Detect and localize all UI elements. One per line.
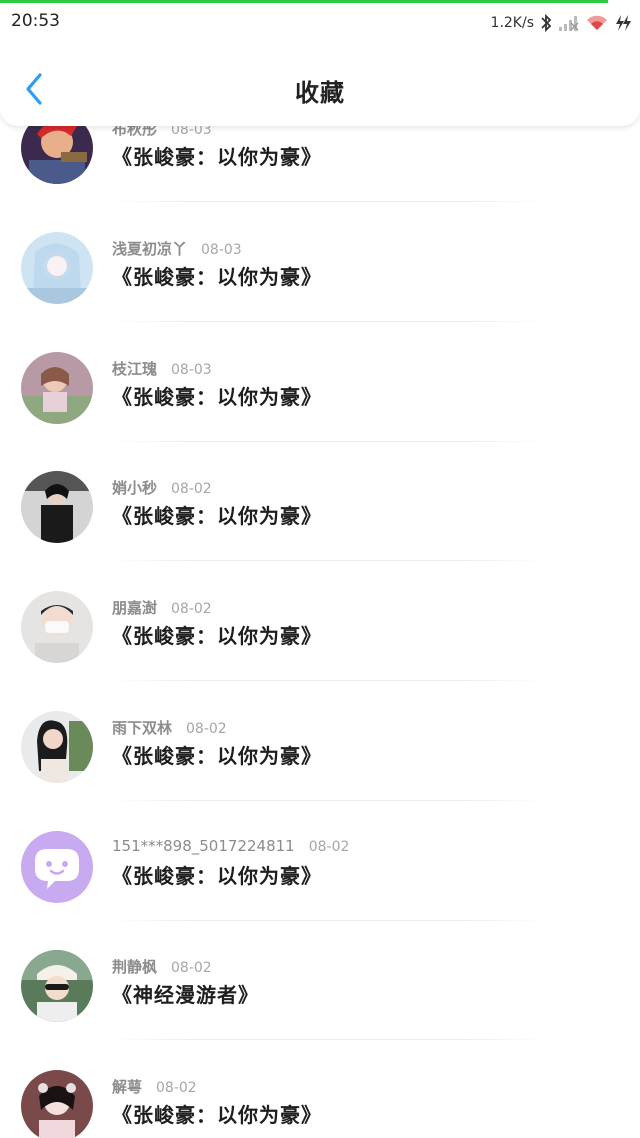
item-meta: 枝江瑰 08-03 — [112, 358, 212, 379]
item-title: 《张峻豪：以你为豪》 — [112, 1103, 322, 1127]
item-meta: 雨下双林 08-02 — [112, 717, 227, 738]
favorite-item[interactable]: 浅夏初凉丫 08-03 《张峻豪：以你为豪》 — [0, 232, 640, 352]
divider — [108, 1039, 548, 1040]
item-title: 《张峻豪：以你为豪》 — [112, 265, 322, 289]
divider — [108, 560, 548, 561]
divider — [108, 680, 548, 681]
item-date: 08-02 — [156, 1080, 197, 1096]
status-icons: 1.2K/s — [491, 12, 632, 34]
top-progress-bar — [0, 0, 608, 3]
divider — [108, 321, 548, 322]
favorite-item[interactable]: 解萼 08-02 《张峻豪：以你为豪》 — [0, 1070, 640, 1138]
favorite-item[interactable]: 娋小秒 08-02 《张峻豪：以你为豪》 — [0, 471, 640, 591]
divider — [108, 920, 548, 921]
item-date: 08-02 — [308, 839, 350, 855]
avatar — [21, 471, 93, 543]
favorite-item[interactable]: 雨下双林 08-02 《张峻豪：以你为豪》 — [0, 711, 640, 831]
avatar — [21, 232, 93, 304]
item-meta: 浅夏初凉丫 08-03 — [112, 238, 242, 259]
item-title: 《张峻豪：以你为豪》 — [112, 744, 322, 768]
avatar — [21, 950, 93, 1022]
username: 浅夏初凉丫 — [112, 240, 188, 258]
favorite-item[interactable]: 151***898_5017224811 08-02 《张峻豪：以你为豪》 — [0, 831, 640, 951]
item-date: 08-02 — [171, 481, 212, 497]
net-speed: 1.2K/s — [490, 15, 534, 31]
avatar — [21, 1070, 93, 1138]
divider — [108, 201, 548, 202]
item-meta: 荆静枫 08-02 — [112, 956, 212, 977]
item-meta: 娋小秒 08-02 — [112, 477, 212, 498]
status-bar: 20:53 1.2K/s — [0, 3, 640, 43]
signal-icon — [558, 14, 580, 32]
nav-bar: 收藏 — [0, 43, 640, 126]
avatar — [21, 711, 93, 783]
bluetooth-icon — [539, 13, 553, 33]
page-title: 收藏 — [295, 79, 345, 107]
username: 解萼 — [112, 1078, 143, 1096]
item-meta: 151***898_5017224811 08-02 — [112, 837, 349, 855]
item-title: 《张峻豪：以你为豪》 — [112, 624, 322, 648]
divider — [108, 800, 548, 801]
avatar — [21, 591, 93, 663]
item-date: 08-02 — [171, 601, 212, 617]
item-title: 《神经漫游者》 — [112, 983, 259, 1007]
item-title: 《张峻豪：以你为豪》 — [112, 504, 322, 528]
item-date: 08-03 — [201, 242, 242, 258]
status-time: 20:53 — [11, 11, 60, 31]
username: 151***898_5017224811 — [112, 837, 295, 855]
item-date: 08-03 — [171, 362, 212, 378]
username: 荆静枫 — [112, 958, 158, 976]
item-title: 《张峻豪：以你为豪》 — [112, 385, 322, 409]
divider — [108, 441, 548, 442]
favorite-item[interactable]: 枝江瑰 08-03 《张峻豪：以你为豪》 — [0, 352, 640, 472]
item-date: 08-02 — [186, 721, 227, 737]
username: 枝江瑰 — [112, 360, 158, 378]
username: 雨下双林 — [112, 719, 173, 737]
favorite-item[interactable]: 荆静枫 08-02 《神经漫游者》 — [0, 950, 640, 1070]
username: 娋小秒 — [112, 479, 158, 497]
item-meta: 朋嘉澍 08-02 — [112, 597, 212, 618]
username: 朋嘉澍 — [112, 599, 158, 617]
charging-icon — [614, 14, 632, 32]
item-title: 《张峻豪：以你为豪》 — [112, 864, 322, 888]
favorite-item[interactable]: 朋嘉澍 08-02 《张峻豪：以你为豪》 — [0, 591, 640, 711]
item-date: 08-02 — [171, 960, 212, 976]
item-meta: 解萼 08-02 — [112, 1076, 197, 1097]
avatar — [21, 352, 93, 424]
wifi-icon — [585, 14, 609, 32]
chat-bubble-icon — [21, 831, 93, 903]
avatar — [21, 831, 93, 903]
item-title: 《张峻豪：以你为豪》 — [112, 145, 322, 169]
favorite-item[interactable]: 布秋彤 08-03 《张峻豪：以你为豪》 — [0, 112, 640, 232]
